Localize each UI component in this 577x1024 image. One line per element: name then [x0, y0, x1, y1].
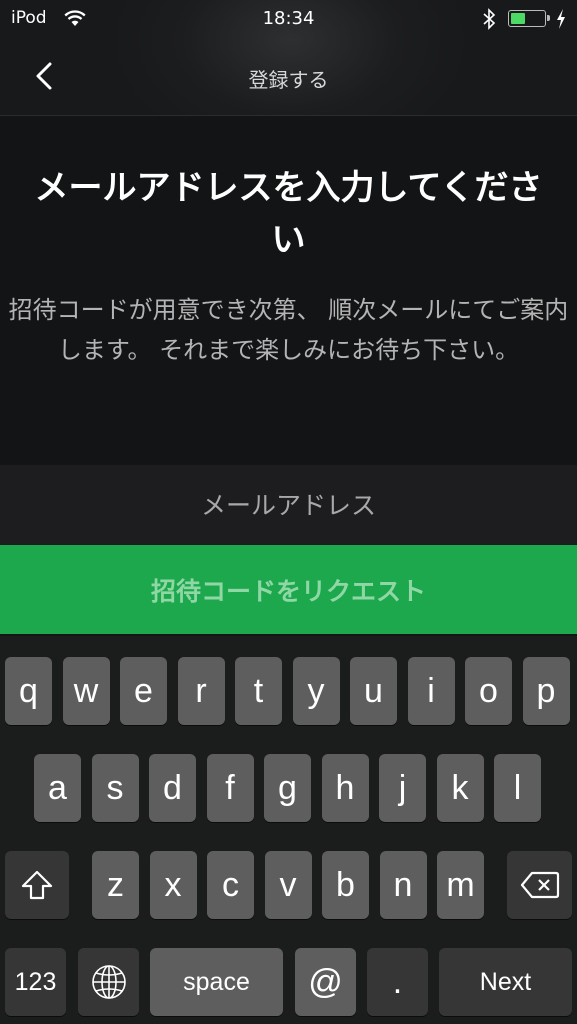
next-key[interactable]: Next: [439, 948, 572, 1016]
key-l[interactable]: l: [494, 754, 541, 822]
key-i[interactable]: i: [407, 657, 455, 725]
globe-key[interactable]: [78, 948, 139, 1016]
key-e[interactable]: e: [120, 657, 167, 725]
email-field[interactable]: [0, 465, 577, 545]
delete-key[interactable]: [507, 851, 572, 919]
keyboard: 123 space @ . Next qwertyuiop asdfghjkl zx…: [0, 636, 577, 1024]
key-r[interactable]: r: [177, 657, 225, 725]
key-a[interactable]: a: [34, 754, 81, 822]
status-bar: iPod 18:34: [0, 0, 577, 40]
charging-bolt-icon: [557, 9, 565, 29]
backspace-icon: [520, 871, 559, 899]
globe-icon: [91, 965, 126, 999]
dot-key[interactable]: .: [367, 948, 428, 1016]
battery-fill: [511, 13, 526, 24]
key-p[interactable]: p: [522, 657, 570, 725]
key-u[interactable]: u: [350, 657, 397, 725]
bluetooth-icon: [483, 8, 496, 30]
shift-key[interactable]: [5, 851, 69, 919]
key-t[interactable]: t: [235, 657, 282, 725]
key-q[interactable]: q: [5, 657, 52, 725]
at-key[interactable]: @: [295, 948, 356, 1016]
key-w[interactable]: w: [62, 657, 110, 725]
key-b[interactable]: b: [322, 851, 369, 919]
key-g[interactable]: g: [264, 754, 311, 822]
space-key[interactable]: space: [150, 948, 283, 1016]
key-k[interactable]: k: [436, 754, 484, 822]
key-x[interactable]: x: [149, 851, 197, 919]
top-bar: iPod 18:34 登録する: [0, 0, 577, 116]
key-m[interactable]: m: [437, 851, 484, 919]
page-description: 招待コードが用意でき次第、 順次メールにてご案内します。 それまで楽しみにお待ち…: [8, 296, 569, 364]
request-invite-code-button[interactable]: 招待コードをリクエスト: [0, 545, 577, 634]
key-n[interactable]: n: [379, 851, 427, 919]
key-c[interactable]: c: [207, 851, 254, 919]
battery-tip: [547, 15, 550, 21]
battery-icon: [508, 10, 546, 27]
key-h[interactable]: h: [321, 754, 369, 822]
key-j[interactable]: j: [379, 754, 426, 822]
key-y[interactable]: y: [292, 657, 340, 725]
key-s[interactable]: s: [91, 754, 139, 822]
key-f[interactable]: f: [206, 754, 254, 822]
key-z[interactable]: z: [92, 851, 139, 919]
key-d[interactable]: d: [149, 754, 196, 822]
nav-title: 登録する: [248, 68, 329, 92]
navigation-bar: 登録する: [0, 40, 577, 115]
shift-icon: [21, 870, 53, 900]
key-o[interactable]: o: [465, 657, 512, 725]
numbers-key[interactable]: 123: [5, 948, 66, 1016]
page-heading: メールアドレスを入力してください: [34, 168, 543, 260]
key-v[interactable]: v: [264, 851, 312, 919]
